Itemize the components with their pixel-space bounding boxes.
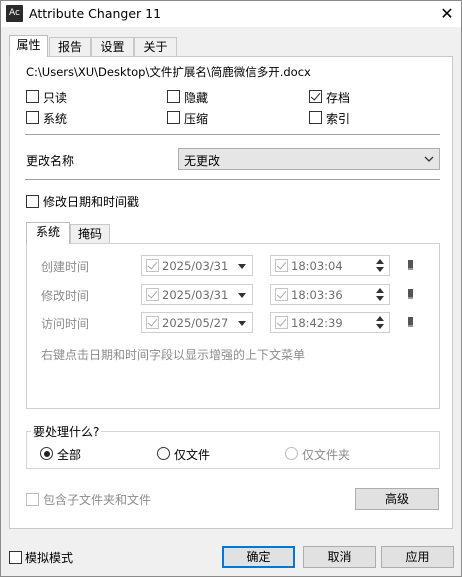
set-now-icon[interactable] [408,317,413,327]
spin-down-icon[interactable] [376,267,384,272]
tab-settings[interactable]: 设置 [91,37,134,57]
spin-down-icon[interactable] [376,324,384,329]
tab-properties[interactable]: 属性 [9,35,48,57]
process-files-label: 仅文件 [174,448,211,462]
file-path: C:\Users\XU\Desktop\文件扩展名\简鹿微信多开.docx [26,65,311,79]
archive-checkbox[interactable] [309,90,322,103]
accessed-time-checkbox[interactable] [275,316,288,329]
readonly-label: 只读 [43,91,68,105]
accessed-time-value: 18:42:39 [291,316,343,330]
simulation-mode-checkbox[interactable] [9,551,22,564]
divider [25,179,440,180]
process-folders-label: 仅文件夹 [302,448,351,462]
system-label: 系统 [43,112,68,126]
modified-time-field[interactable]: 18:03:36 [270,284,390,305]
set-now-icon[interactable] [408,289,413,299]
modify-datetime-label: 修改日期和时间戳 [43,195,140,209]
advanced-button[interactable]: 高级 [355,488,439,510]
ok-button[interactable]: 确定 [222,546,295,568]
simulation-mode-label: 模拟模式 [25,551,74,565]
index-label: 索引 [326,112,351,126]
index-checkbox[interactable] [309,111,322,124]
modified-time-label: 修改时间 [41,289,90,303]
compressed-label: 压缩 [184,112,209,126]
spin-down-icon[interactable] [376,296,384,301]
accessed-date-field[interactable]: 2025/05/27 [141,312,253,333]
chevron-down-icon [238,293,246,298]
divider [25,134,440,135]
title-bar: Ac Attribute Changer 11 ✕ [1,1,461,27]
close-icon[interactable]: ✕ [437,4,457,24]
rename-select[interactable]: 无更改 [178,148,440,170]
cancel-button[interactable]: 取消 [303,546,376,568]
hidden-checkbox[interactable] [167,90,180,103]
subtab-system[interactable]: 系统 [26,222,70,244]
process-all-radio[interactable] [40,447,53,460]
chevron-down-icon [238,321,246,326]
compressed-checkbox[interactable] [167,111,180,124]
modified-time-checkbox[interactable] [275,288,288,301]
attribute-changer-window: Ac Attribute Changer 11 ✕ 属性 报告 设置 关于 C:… [0,0,462,577]
spin-up-icon[interactable] [376,288,384,293]
process-files-radio[interactable] [157,447,170,460]
process-all-label: 全部 [57,448,82,462]
created-time-checkbox[interactable] [275,259,288,272]
accessed-time-field[interactable]: 18:42:39 [270,312,390,333]
accessed-date-checkbox[interactable] [146,316,159,329]
created-date-checkbox[interactable] [146,259,159,272]
accessed-date-value: 2025/05/27 [162,316,229,330]
process-group-title: 要处理什么? [31,423,102,440]
include-subfolders-label: 包含子文件夹和文件 [43,493,152,507]
spin-up-icon[interactable] [376,316,384,321]
window-title: Attribute Changer 11 [29,6,162,21]
created-time-label: 创建时间 [41,260,90,274]
rename-label: 更改名称 [26,154,75,168]
hint-text: 右键点击日期和时间字段以显示增强的上下文菜单 [41,348,306,362]
modified-date-value: 2025/03/31 [162,288,229,302]
spin-up-icon[interactable] [376,259,384,264]
modified-time-value: 18:03:36 [291,288,343,302]
created-date-field[interactable]: 2025/03/31 [141,255,253,276]
modified-date-checkbox[interactable] [146,288,159,301]
created-date-value: 2025/03/31 [162,259,229,273]
modified-date-field[interactable]: 2025/03/31 [141,284,253,305]
accessed-time-label: 访问时间 [41,317,90,331]
created-time-value: 18:03:04 [291,259,343,273]
process-folders-radio[interactable] [285,447,298,460]
chevron-down-icon [424,156,434,162]
subtab-mask[interactable]: 掩码 [70,224,110,244]
created-time-field[interactable]: 18:03:04 [270,255,390,276]
tab-about[interactable]: 关于 [134,37,177,57]
apply-button[interactable]: 应用 [381,546,454,568]
include-subfolders-checkbox[interactable] [26,493,39,506]
tab-report[interactable]: 报告 [49,37,91,57]
rename-select-value: 无更改 [184,154,221,168]
hidden-label: 隐藏 [184,91,209,105]
app-icon: Ac [6,5,23,22]
readonly-checkbox[interactable] [26,90,39,103]
system-checkbox[interactable] [26,111,39,124]
archive-label: 存档 [326,91,351,105]
chevron-down-icon [238,264,246,269]
set-now-icon[interactable] [408,260,413,270]
modify-datetime-checkbox[interactable] [26,195,39,208]
